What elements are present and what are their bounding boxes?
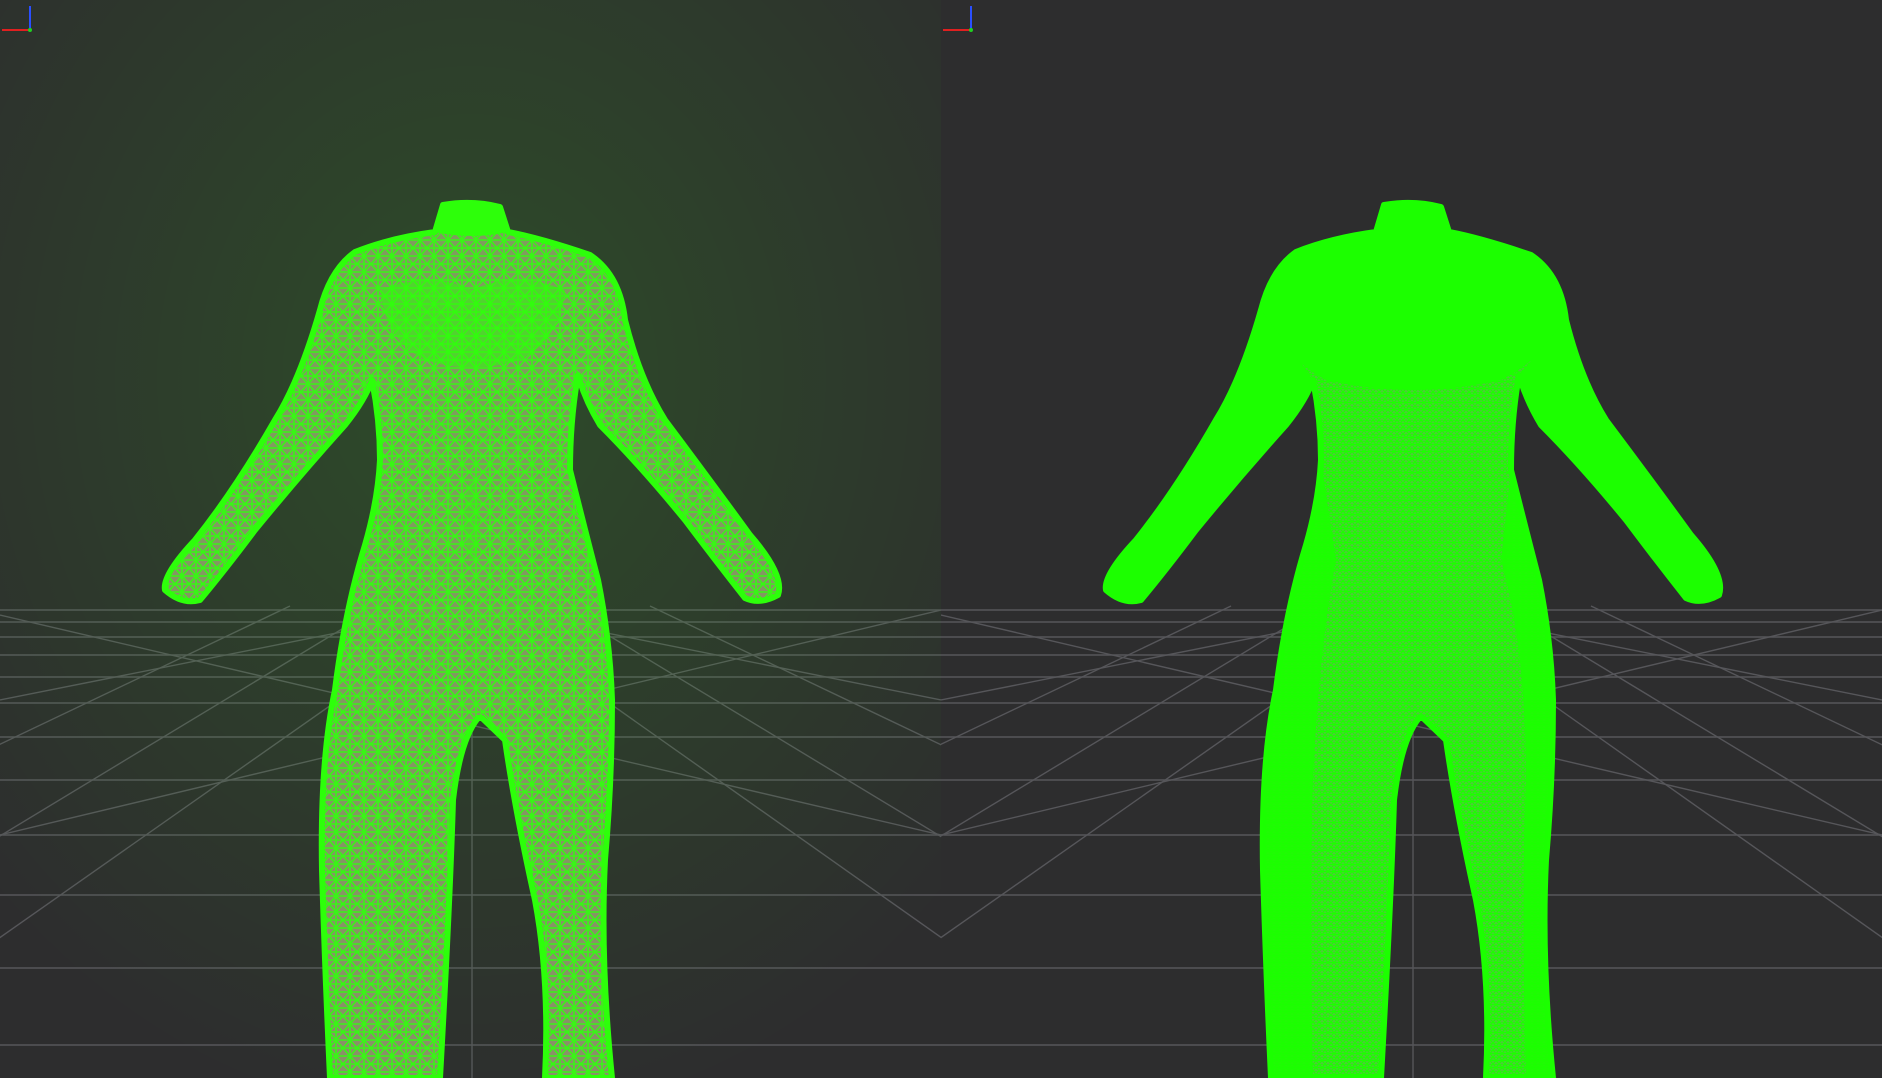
viewport-canvas-left[interactable] (0, 0, 941, 1078)
viewport-right[interactable] (941, 0, 1882, 1078)
viewport-left[interactable] (0, 0, 941, 1078)
mannequin-mesh-low-poly[interactable] (0, 0, 941, 1078)
mesh-comparison-window (0, 0, 1882, 1078)
xyz-axis-gizmo-icon (943, 6, 973, 32)
xyz-axis-gizmo-icon (2, 6, 32, 32)
viewport-canvas-right[interactable] (941, 0, 1882, 1078)
